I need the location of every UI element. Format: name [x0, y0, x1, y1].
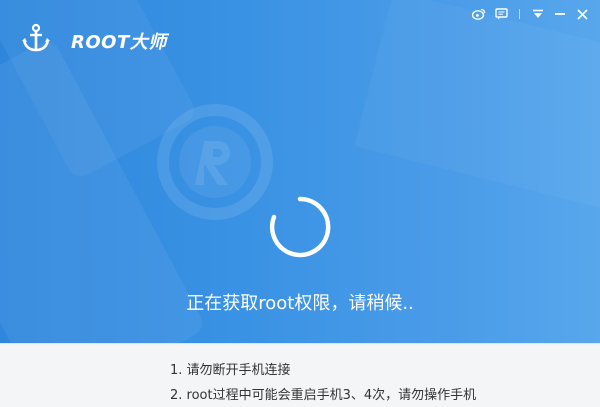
- titlebar: ROOT大师: [0, 0, 600, 72]
- anchor-logo-icon: [22, 23, 50, 52]
- tip-item: 1. 请勿断开手机连接: [170, 363, 291, 378]
- status-message: 正在获取root权限，请稍候..: [186, 293, 414, 314]
- feedback-icon[interactable]: [493, 6, 509, 22]
- menu-dropdown-icon[interactable]: [530, 6, 546, 22]
- window-controls: [465, 6, 590, 22]
- minimize-icon[interactable]: [552, 6, 568, 22]
- root-master-window: ROOT大师 正在获取root权限，请稍候.. 1. 请勿断开手机连接 2. r…: [0, 0, 600, 407]
- divider: [519, 9, 520, 19]
- app-title: ROOT大师: [71, 32, 167, 53]
- tip-item: 2. root过程中可能会重启手机3、4次，请勿操作手机: [170, 388, 477, 403]
- close-icon[interactable]: [574, 6, 590, 22]
- weibo-icon[interactable]: [471, 6, 487, 22]
- tips-panel: 1. 请勿断开手机连接 2. root过程中可能会重启手机3、4次，请勿操作手机: [0, 343, 600, 407]
- loading-spinner-icon: [269, 196, 331, 258]
- main-panel: ROOT大师 正在获取root权限，请稍候..: [0, 0, 600, 343]
- root-badge-watermark-icon: [157, 104, 273, 220]
